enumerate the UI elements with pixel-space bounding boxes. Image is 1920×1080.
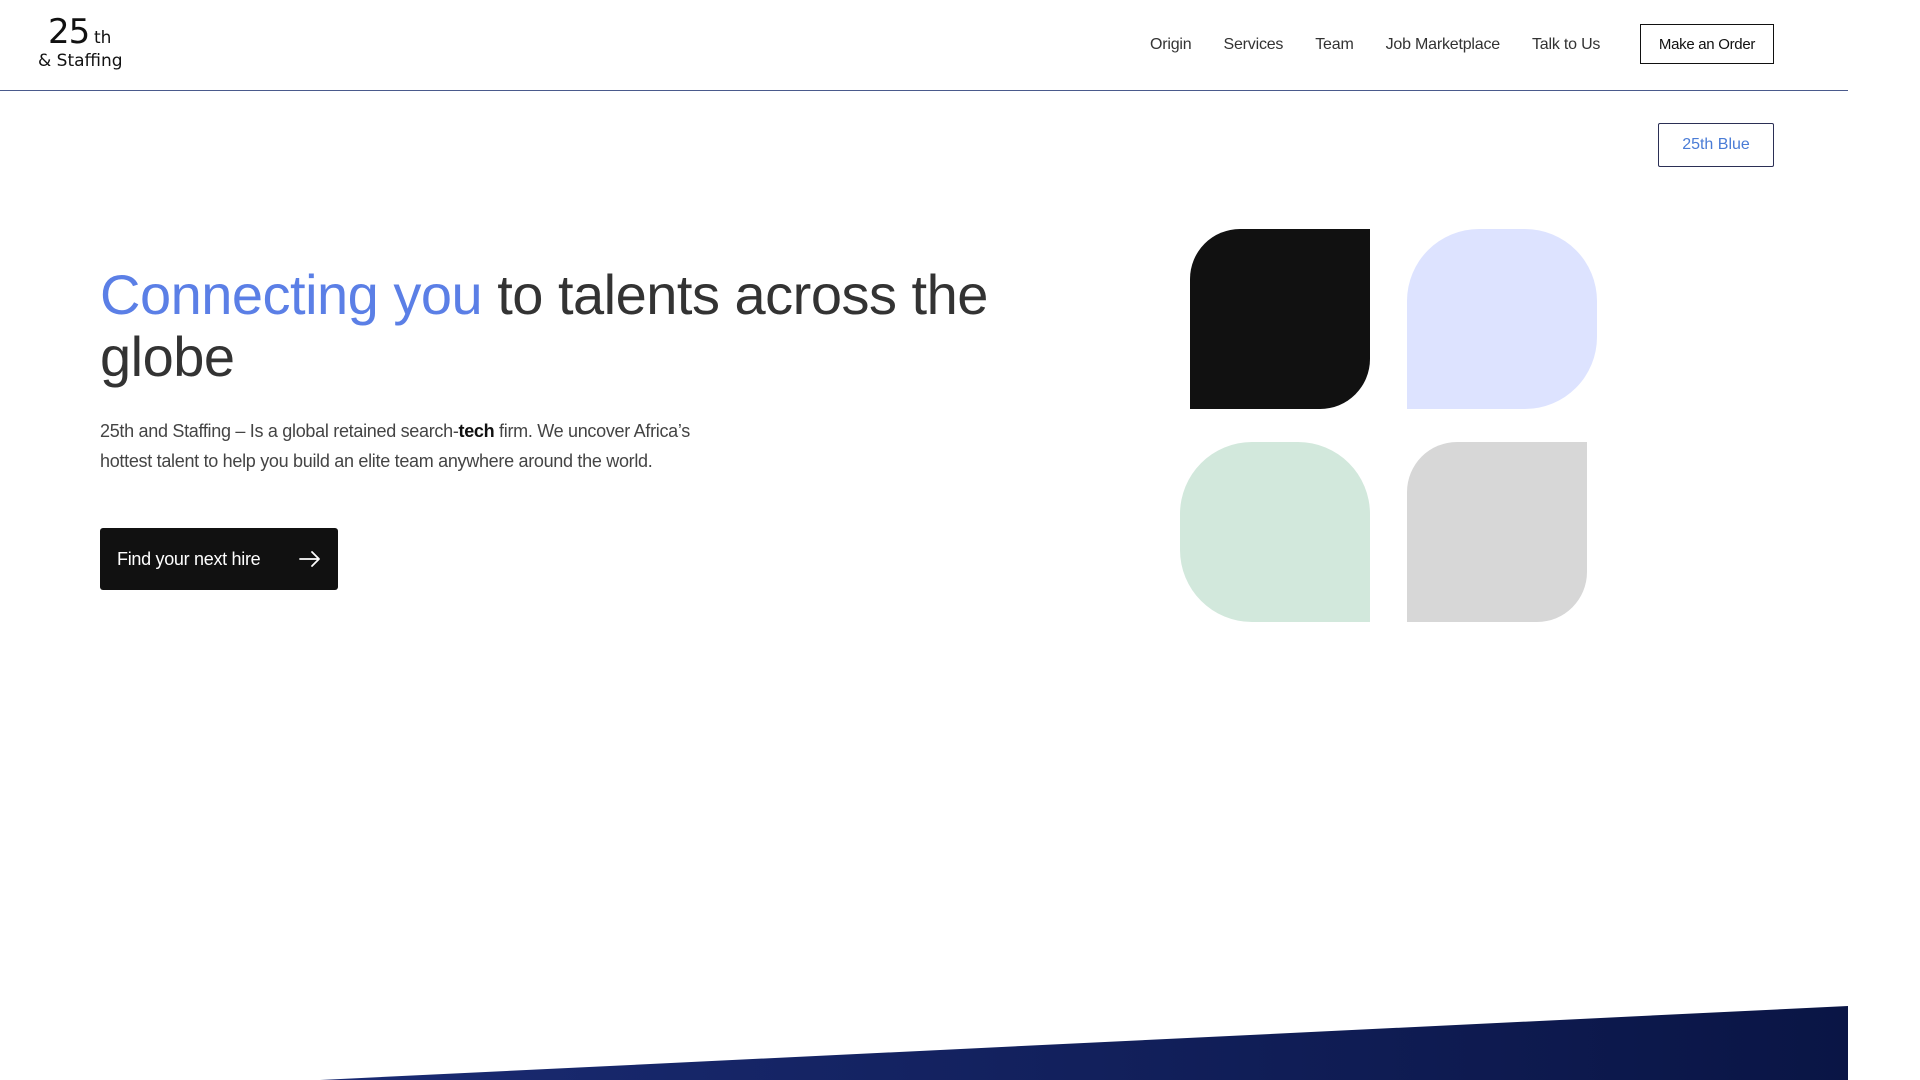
page: 25 th & Staffing Origin Services Team Jo… (0, 0, 1920, 1080)
nav-item-job-marketplace[interactable]: Job Marketplace (1386, 36, 1501, 54)
main-nav: Origin Services Team Job Marketplace Tal… (1150, 30, 1632, 60)
nav-item-talk-to-us[interactable]: Talk to Us (1532, 36, 1600, 54)
hero-description: 25th and Staffing – Is a global retained… (100, 416, 720, 476)
nav-item-team[interactable]: Team (1315, 36, 1354, 54)
cta-label: Find your next hire (117, 548, 261, 569)
decor-shape-gray (1407, 442, 1587, 622)
nav-item-services[interactable]: Services (1223, 36, 1283, 54)
logo-tagline: & Staffing (38, 51, 123, 71)
decorative-band (320, 1006, 1848, 1080)
hero-desc-before: 25th and Staffing – Is a global retained… (100, 421, 459, 441)
decor-shape-black (1190, 229, 1370, 409)
hero-desc-bold: tech (458, 421, 495, 441)
arrow-right-icon (299, 551, 320, 567)
decor-shape-green (1180, 442, 1370, 622)
logo-number: 25 (48, 12, 90, 52)
decor-shape-blue (1407, 229, 1597, 409)
find-next-hire-button[interactable]: Find your next hire (100, 528, 338, 590)
nav-item-origin[interactable]: Origin (1150, 36, 1192, 54)
hero-title: Connecting you to talents across the glo… (100, 264, 1000, 388)
logo[interactable]: 25 th & Staffing (38, 12, 128, 74)
theme-switch-button[interactable]: 25th Blue (1658, 123, 1774, 167)
make-an-order-button[interactable]: Make an Order (1640, 24, 1774, 64)
site-header: 25 th & Staffing Origin Services Team Jo… (0, 0, 1848, 91)
logo-suffix: th (94, 28, 112, 48)
hero-title-accent: Connecting you (100, 263, 483, 326)
